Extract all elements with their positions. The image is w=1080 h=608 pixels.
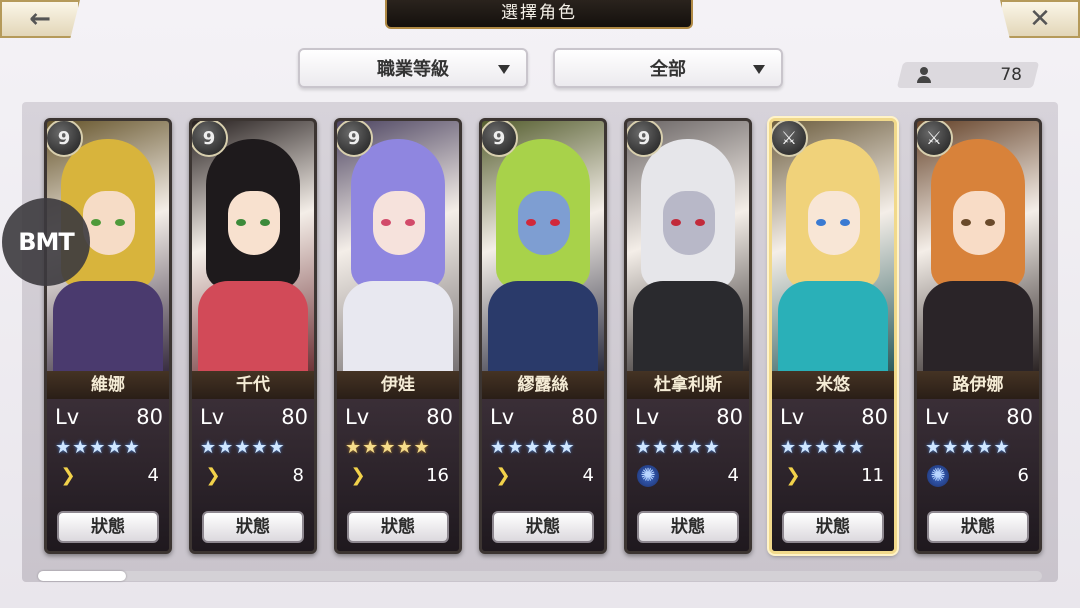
star-rating: ★★★★★	[635, 437, 721, 458]
status-button[interactable]: 狀態	[347, 511, 449, 543]
character-name: 路伊娜	[917, 371, 1039, 399]
status-button[interactable]: 狀態	[202, 511, 304, 543]
water-element-icon: ✺	[637, 465, 659, 487]
level-label: Lv	[490, 405, 515, 429]
scroll-thumb[interactable]	[38, 571, 126, 581]
star-rating: ★★★★★	[925, 437, 1011, 458]
character-card[interactable]: ⚔ 米悠 Lv 80 ★★★★★ ❯ 11 狀態	[769, 118, 897, 554]
character-card[interactable]: 9 千代 Lv 80 ★★★★★ ❯ 8 狀態	[189, 118, 317, 554]
status-button[interactable]: 狀態	[57, 511, 159, 543]
status-button[interactable]: 狀態	[782, 511, 884, 543]
character-name: 杜拿利斯	[627, 371, 749, 399]
character-card[interactable]: 9 維娜 Lv 80 ★★★★★ ❯ 4 狀態	[44, 118, 172, 554]
character-list: 9 維娜 Lv 80 ★★★★★ ❯ 4 狀態 9 千代 Lv 80 ★★★★★…	[44, 118, 1059, 554]
class-badge-icon: ⚔	[917, 121, 953, 157]
class-filter-label: 職業等級	[377, 59, 449, 80]
class-badge-icon: 9	[47, 121, 83, 157]
status-button[interactable]: 狀態	[637, 511, 739, 543]
character-portrait	[627, 121, 749, 371]
character-portrait	[772, 121, 894, 371]
back-arrow-icon: ←	[29, 4, 51, 34]
water-element-icon: ✺	[927, 465, 949, 487]
class-badge-icon: 9	[337, 121, 373, 157]
character-name: 維娜	[47, 371, 169, 399]
chevron-down-icon	[753, 65, 765, 74]
character-name: 伊娃	[337, 371, 459, 399]
watermark-logo: BMT	[2, 198, 90, 286]
character-portrait	[192, 121, 314, 371]
wind-element-icon: ❯	[785, 465, 801, 486]
star-rating: ★★★★★	[345, 437, 431, 458]
character-stats: Lv 80 ★★★★★ ❯ 11 狀態	[772, 399, 894, 551]
character-name: 米悠	[772, 371, 894, 399]
wind-element-icon: ❯	[495, 465, 511, 486]
character-portrait	[337, 121, 459, 371]
level-value: 80	[1006, 405, 1033, 429]
character-count: 4	[582, 465, 594, 486]
class-badge-icon: 9	[192, 121, 228, 157]
star-rating: ★★★★★	[55, 437, 141, 458]
roster-count-value: 78	[1000, 65, 1022, 85]
chevron-down-icon	[498, 65, 510, 74]
class-badge-icon: 9	[482, 121, 518, 157]
level-label: Lv	[635, 405, 660, 429]
person-icon	[916, 67, 932, 83]
type-filter-label: 全部	[650, 59, 686, 80]
character-count: 6	[1017, 465, 1029, 486]
character-stats: Lv 80 ★★★★★ ❯ 4 狀態	[47, 399, 169, 551]
character-name: 繆露絲	[482, 371, 604, 399]
character-stats: Lv 80 ★★★★★ ❯ 16 狀態	[337, 399, 459, 551]
wind-element-icon: ❯	[60, 465, 76, 486]
page-title: 選擇角色	[385, 0, 693, 29]
level-label: Lv	[780, 405, 805, 429]
character-count: 4	[727, 465, 739, 486]
class-filter-dropdown[interactable]: 職業等級	[298, 48, 528, 88]
character-count: 4	[147, 465, 159, 486]
horizontal-scrollbar[interactable]	[38, 571, 1042, 581]
character-stats: Lv 80 ★★★★★ ❯ 8 狀態	[192, 399, 314, 551]
level-label: Lv	[55, 405, 80, 429]
level-value: 80	[281, 405, 308, 429]
character-card[interactable]: ⚔ 路伊娜 Lv 80 ★★★★★ ✺ 6 狀態	[914, 118, 1042, 554]
character-card[interactable]: 9 杜拿利斯 Lv 80 ★★★★★ ✺ 4 狀態	[624, 118, 752, 554]
wind-element-icon: ❯	[205, 465, 221, 486]
character-card[interactable]: 9 繆露絲 Lv 80 ★★★★★ ❯ 4 狀態	[479, 118, 607, 554]
close-button[interactable]: ✕	[1000, 0, 1080, 38]
level-value: 80	[571, 405, 598, 429]
star-rating: ★★★★★	[200, 437, 286, 458]
character-portrait	[482, 121, 604, 371]
class-badge-icon: ⚔	[772, 121, 808, 157]
level-value: 80	[716, 405, 743, 429]
character-count: 11	[861, 465, 884, 486]
level-value: 80	[426, 405, 453, 429]
character-name: 千代	[192, 371, 314, 399]
close-icon: ✕	[1029, 4, 1051, 34]
character-stats: Lv 80 ★★★★★ ❯ 4 狀態	[482, 399, 604, 551]
character-portrait	[917, 121, 1039, 371]
level-value: 80	[861, 405, 888, 429]
roster-count: 78	[900, 62, 1036, 88]
level-label: Lv	[345, 405, 370, 429]
level-value: 80	[136, 405, 163, 429]
wind-element-icon: ❯	[350, 465, 366, 486]
status-button[interactable]: 狀態	[927, 511, 1029, 543]
star-rating: ★★★★★	[780, 437, 866, 458]
class-badge-icon: 9	[627, 121, 663, 157]
level-label: Lv	[200, 405, 225, 429]
character-count: 8	[292, 465, 304, 486]
character-stats: Lv 80 ★★★★★ ✺ 4 狀態	[627, 399, 749, 551]
level-label: Lv	[925, 405, 950, 429]
star-rating: ★★★★★	[490, 437, 576, 458]
status-button[interactable]: 狀態	[492, 511, 594, 543]
character-card[interactable]: 9 伊娃 Lv 80 ★★★★★ ❯ 16 狀態	[334, 118, 462, 554]
back-button[interactable]: ←	[0, 0, 80, 38]
type-filter-dropdown[interactable]: 全部	[553, 48, 783, 88]
character-count: 16	[426, 465, 449, 486]
character-stats: Lv 80 ★★★★★ ✺ 6 狀態	[917, 399, 1039, 551]
